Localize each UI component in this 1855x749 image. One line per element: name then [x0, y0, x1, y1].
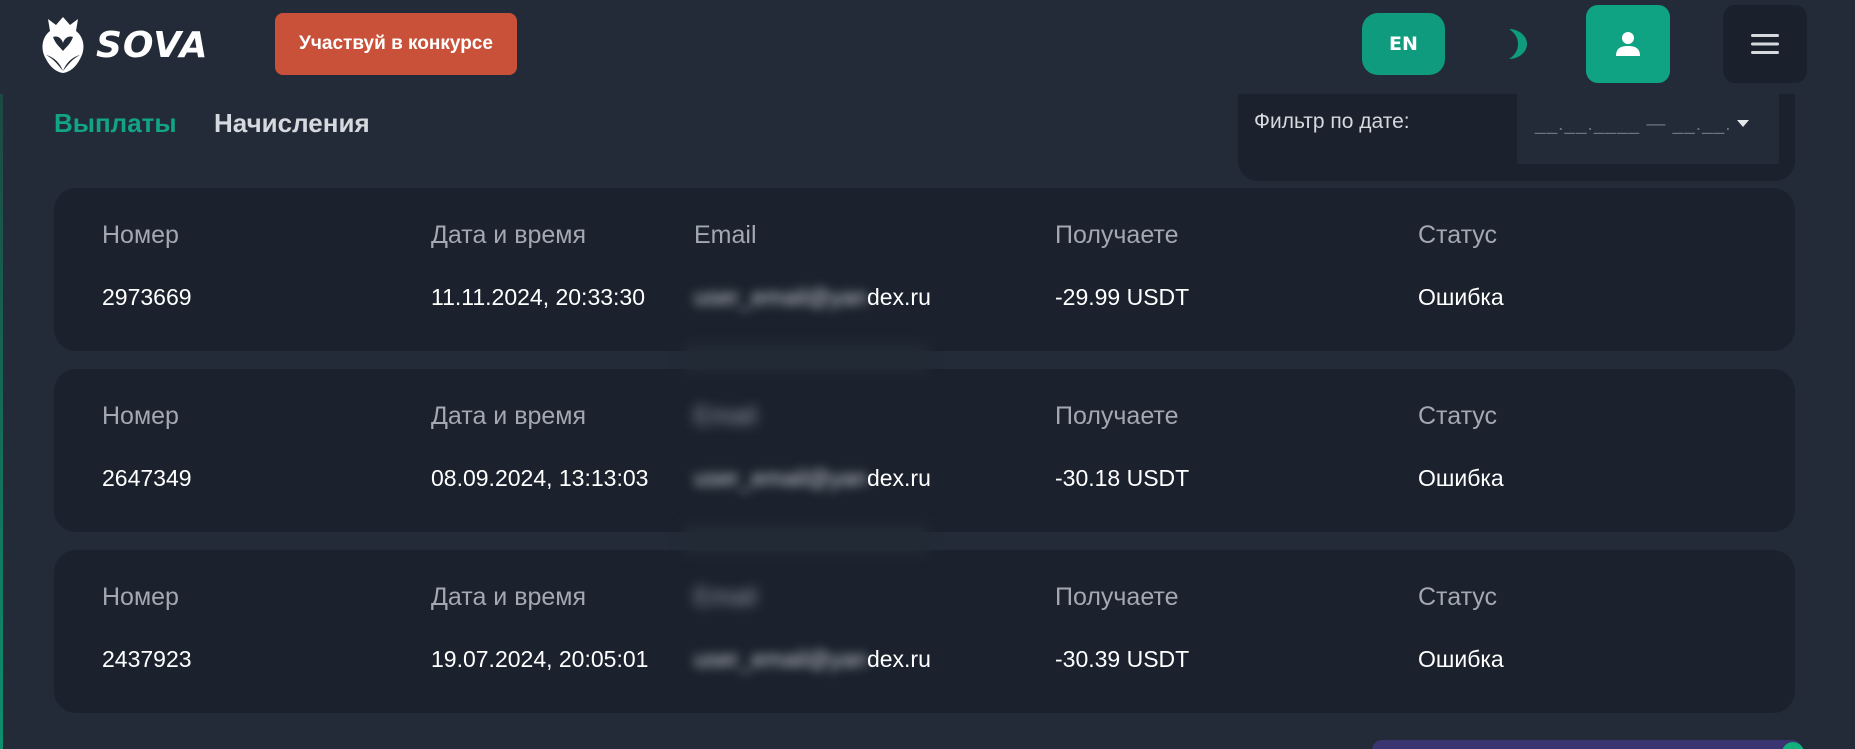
tab-payouts[interactable]: Выплаты: [54, 108, 177, 139]
column-header-email: Email: [694, 402, 757, 430]
profile-button[interactable]: [1586, 5, 1670, 83]
bottom-banner-edge: [1372, 740, 1802, 749]
tab-accruals[interactable]: Начисления: [214, 108, 370, 139]
payout-amount: -29.99 USDT: [1055, 284, 1190, 310]
column-header-receive: Получаете: [1055, 221, 1179, 249]
column-header-receive: Получаете: [1055, 583, 1179, 611]
payout-email: user_email@yandex.ru: [694, 284, 931, 311]
payout-datetime: 11.11.2024, 20:33:30: [431, 284, 646, 310]
privacy-blur-strip: [684, 524, 928, 554]
payout-status: Ошибка: [1418, 646, 1504, 672]
payout-status: Ошибка: [1418, 284, 1504, 310]
top-header: SOVA Участвуй в конкурсе EN: [0, 0, 1855, 94]
email-masked-part: user_email@yan: [694, 465, 867, 491]
payout-datetime: 19.07.2024, 20:05:01: [431, 646, 649, 672]
payout-card: Номер Дата и время Email Получаете Стату…: [54, 369, 1795, 532]
email-masked-part: user_email@yan: [694, 646, 867, 672]
column-header-status: Статус: [1418, 221, 1498, 249]
contest-button[interactable]: Участвуй в конкурсе: [275, 13, 517, 75]
page-edge-accent: [0, 0, 3, 749]
logo[interactable]: SOVA: [40, 14, 209, 76]
payout-card: Номер Дата и время Email Получаете Стату…: [54, 550, 1795, 713]
hamburger-icon: [1751, 34, 1779, 54]
column-header-email: Email: [694, 221, 757, 249]
date-filter-label: Фильтр по дате:: [1254, 110, 1410, 133]
email-visible-part: dex.ru: [866, 646, 931, 672]
owl-logo-icon: [42, 17, 84, 73]
dropdown-caret-icon: [1737, 120, 1749, 127]
column-header-number: Номер: [102, 402, 179, 430]
payout-status: Ошибка: [1418, 465, 1504, 491]
payout-amount: -30.18 USDT: [1055, 465, 1190, 491]
language-button[interactable]: EN: [1362, 13, 1445, 75]
logo-text: SOVA: [96, 24, 209, 66]
user-icon: [1616, 32, 1640, 56]
payout-number: 2647349: [102, 465, 192, 491]
payout-datetime: 08.09.2024, 13:13:03: [431, 465, 649, 491]
privacy-blur-strip: [684, 343, 928, 373]
moon-icon: [1509, 29, 1527, 59]
theme-toggle[interactable]: [1500, 26, 1530, 62]
email-masked-part: user_email@yan: [694, 284, 867, 310]
column-header-datetime: Дата и время: [431, 402, 587, 430]
payout-amount: -30.39 USDT: [1055, 646, 1190, 672]
column-header-datetime: Дата и время: [431, 583, 587, 611]
payout-email: user_email@yandex.ru: [694, 465, 931, 492]
email-visible-part: dex.ru: [866, 465, 931, 491]
column-header-status: Статус: [1418, 583, 1498, 611]
column-header-datetime: Дата и время: [431, 221, 587, 249]
email-visible-part: dex.ru: [866, 284, 931, 310]
column-header-receive: Получаете: [1055, 402, 1179, 430]
column-header-number: Номер: [102, 583, 179, 611]
payout-card: Номер Дата и время Email Получаете Стату…: [54, 188, 1795, 351]
column-header-email: Email: [694, 583, 757, 611]
date-filter-panel: Фильтр по дате: __.__.____ — __.__.: [1238, 94, 1795, 181]
date-range-placeholder: __.__.____ — __.__.: [1535, 114, 1732, 135]
column-header-status: Статус: [1418, 402, 1498, 430]
payout-number: 2973669: [102, 284, 192, 310]
date-range-input[interactable]: __.__.____ — __.__.: [1517, 94, 1779, 164]
menu-button[interactable]: [1723, 5, 1807, 83]
payout-number: 2437923: [102, 646, 192, 672]
payout-email: user_email@yandex.ru: [694, 646, 931, 673]
column-header-number: Номер: [102, 221, 179, 249]
